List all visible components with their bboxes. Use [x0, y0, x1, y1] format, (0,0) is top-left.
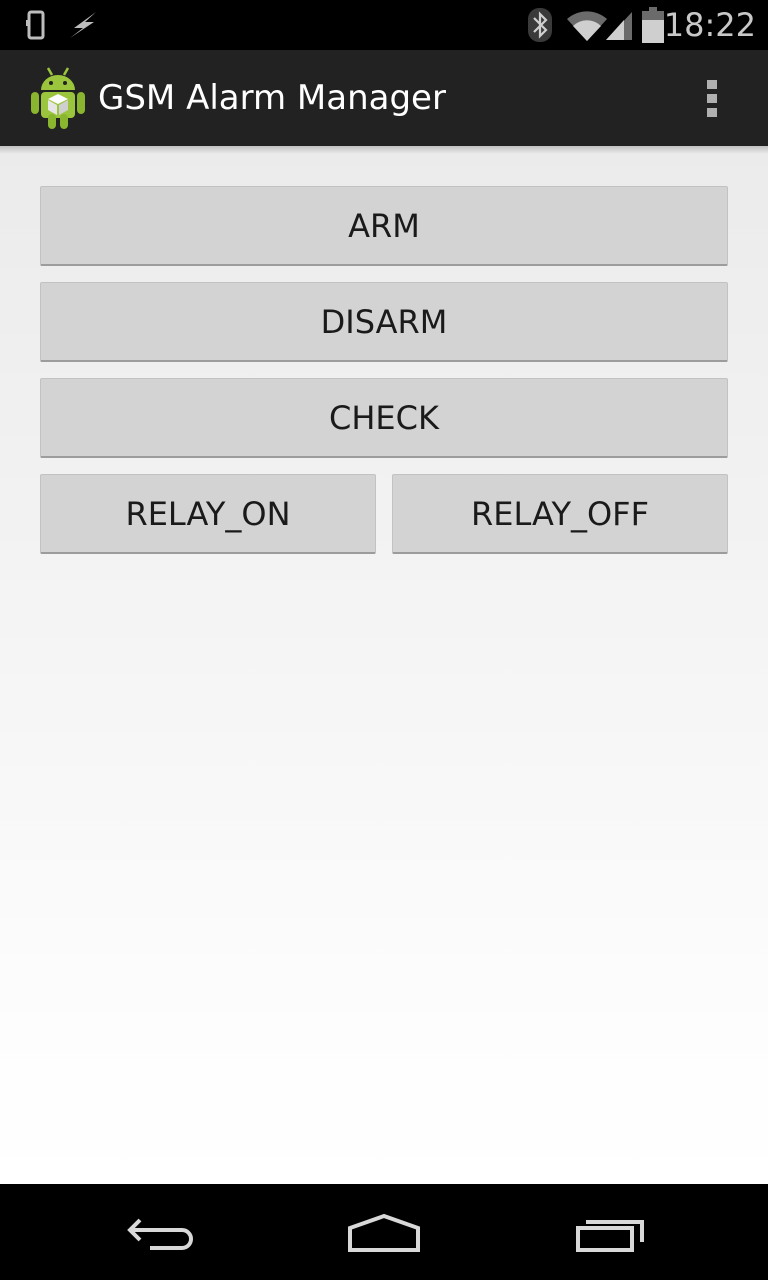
home-icon[interactable] — [334, 1202, 434, 1262]
wifi-icon — [567, 11, 607, 42]
battery-icon — [642, 7, 664, 43]
content-area: ARM DISARM CHECK RELAY_ON RELAY_OFF — [0, 146, 768, 1184]
cell-signal-icon — [606, 12, 632, 40]
check-button[interactable]: CHECK — [40, 378, 728, 458]
screen: 18:22 GSM Alarm Manager ARM DISARM CHECK… — [0, 0, 768, 1280]
arm-button[interactable]: ARM — [40, 186, 728, 266]
status-bar: 18:22 — [0, 0, 768, 50]
relay-off-button[interactable]: RELAY_OFF — [392, 474, 728, 554]
usb-lightning-icon — [70, 12, 96, 38]
bluetooth-icon — [528, 8, 552, 42]
back-icon[interactable] — [110, 1202, 210, 1262]
overflow-menu-icon[interactable] — [686, 74, 738, 122]
recents-icon[interactable] — [560, 1202, 660, 1262]
action-bar: GSM Alarm Manager — [0, 50, 768, 146]
relay-on-button[interactable]: RELAY_ON — [40, 474, 376, 554]
app-title: GSM Alarm Manager — [98, 78, 446, 118]
android-app-icon[interactable] — [28, 64, 88, 130]
phone-storage-icon — [26, 10, 45, 40]
status-time: 18:22 — [663, 6, 756, 44]
navigation-bar — [0, 1184, 768, 1280]
disarm-button[interactable]: DISARM — [40, 282, 728, 362]
